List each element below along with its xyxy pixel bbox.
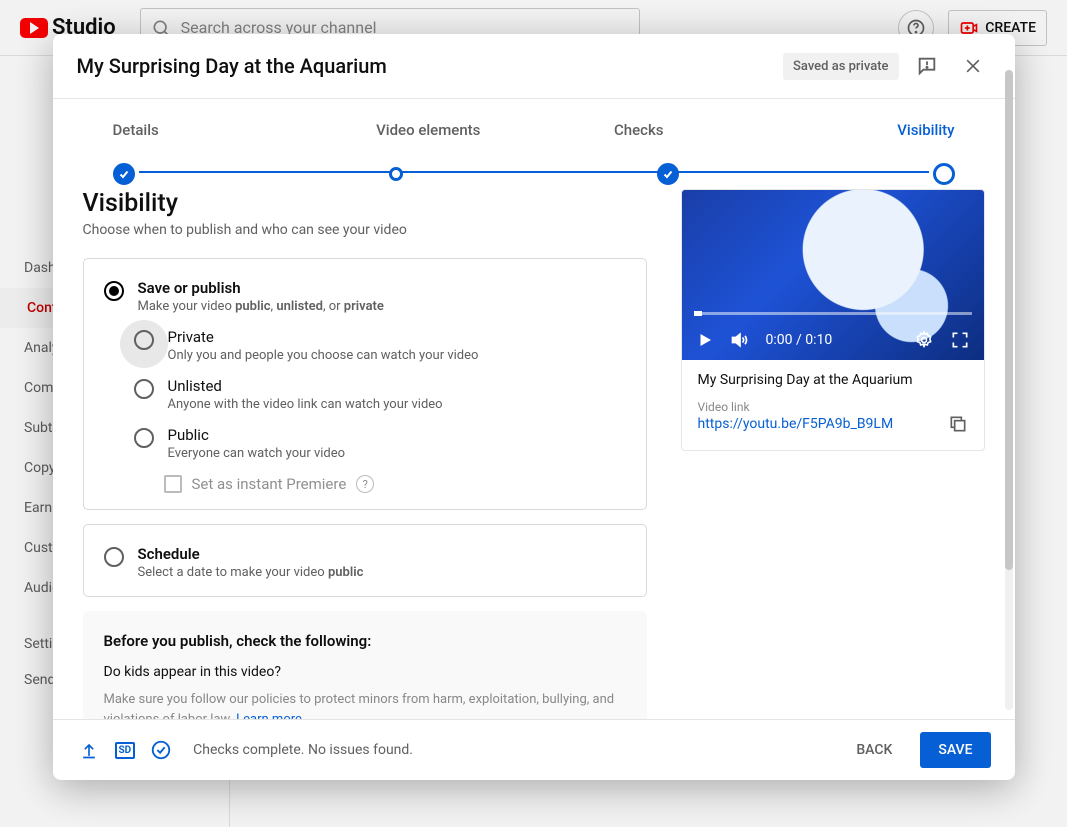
fullscreen-icon[interactable] [950, 330, 970, 350]
opt-title: Unlisted [168, 377, 626, 395]
schedule-card: Schedule Select a date to make your vide… [83, 524, 647, 597]
prepublish-text: Make sure you follow our policies to pro… [104, 690, 626, 719]
step-checks[interactable]: Checks [534, 121, 745, 139]
sd-badge: SD [115, 742, 136, 759]
step-visibility[interactable]: Visibility [744, 121, 955, 139]
save-publish-title: Save or publish [138, 279, 626, 297]
opt-title: Public [168, 426, 626, 444]
preview-title: My Surprising Day at the Aquarium [698, 372, 968, 388]
step-mark-video-elements[interactable] [389, 167, 403, 181]
save-button[interactable]: SAVE [920, 732, 990, 768]
prepublish-card: Before you publish, check the following:… [83, 611, 647, 719]
radio-icon [134, 379, 154, 399]
upload-icon[interactable] [77, 738, 101, 762]
radio-public[interactable]: Public Everyone can watch your video [134, 426, 626, 461]
video-frame[interactable]: 0:00 / 0:10 [682, 190, 984, 360]
radio-icon [104, 281, 124, 301]
section-heading: Visibility [83, 189, 647, 218]
step-mark-checks[interactable] [657, 163, 679, 185]
step-mark-visibility[interactable] [933, 163, 955, 185]
modal-scrim: My Surprising Day at the Aquarium Saved … [0, 0, 1067, 827]
opt-sub: Everyone can watch your video [168, 446, 626, 461]
opt-sub: Only you and people you choose can watch… [168, 348, 626, 363]
player-time: 0:00 / 0:10 [766, 332, 833, 348]
radio-icon [134, 330, 154, 350]
radio-save-or-publish[interactable]: Save or publish Make your video public, … [104, 279, 626, 314]
prepublish-heading: Before you publish, check the following: [104, 632, 626, 650]
step-mark-details[interactable] [113, 163, 135, 185]
video-preview: 0:00 / 0:10 My Surprising Day at the Aqu… [681, 189, 985, 451]
back-button[interactable]: BACK [842, 732, 906, 768]
link-label: Video link [698, 400, 968, 414]
close-button[interactable] [955, 48, 991, 84]
play-icon[interactable] [696, 331, 714, 349]
close-icon [963, 56, 983, 76]
upload-dialog: My Surprising Day at the Aquarium Saved … [53, 34, 1015, 780]
premiere-label: Set as instant Premiere [192, 475, 347, 493]
radio-icon [104, 547, 124, 567]
checkbox-icon [164, 475, 182, 493]
dialog-header: My Surprising Day at the Aquarium Saved … [53, 34, 1015, 99]
schedule-sub: Select a date to make your video public [138, 565, 626, 580]
dialog-scrollbar[interactable] [1005, 70, 1013, 710]
copy-icon[interactable] [948, 414, 968, 434]
feedback-icon [916, 55, 938, 77]
schedule-title: Schedule [138, 545, 626, 563]
radio-unlisted[interactable]: Unlisted Anyone with the video link can … [134, 377, 626, 412]
footer-status: Checks complete. No issues found. [193, 742, 413, 758]
save-publish-sub: Make your video public, unlisted, or pri… [138, 299, 626, 314]
dialog-footer: SD Checks complete. No issues found. BAC… [53, 719, 1015, 780]
dialog-title: My Surprising Day at the Aquarium [77, 54, 387, 78]
save-publish-card: Save or publish Make your video public, … [83, 258, 647, 510]
prepublish-question: Do kids appear in this video? [104, 664, 626, 680]
learn-more-link[interactable]: Learn more [236, 712, 302, 720]
help-icon[interactable]: ? [356, 475, 374, 493]
opt-sub: Anyone with the video link can watch you… [168, 397, 626, 412]
feedback-button[interactable] [909, 48, 945, 84]
step-video-elements[interactable]: Video elements [323, 121, 534, 139]
progress-bar[interactable] [694, 312, 972, 315]
stepper: Details Video elements Checks Visibility [53, 99, 1015, 149]
premiere-checkbox[interactable]: Set as instant Premiere ? [164, 475, 626, 493]
radio-private[interactable]: Private Only you and people you choose c… [134, 328, 626, 363]
volume-icon[interactable] [730, 330, 750, 350]
player-controls: 0:00 / 0:10 [682, 320, 984, 360]
video-link[interactable]: https://youtu.be/F5PA9b_B9LM [698, 416, 894, 432]
step-details[interactable]: Details [113, 121, 324, 139]
radio-icon [134, 428, 154, 448]
save-status-chip: Saved as private [783, 53, 898, 80]
section-sub: Choose when to publish and who can see y… [83, 222, 647, 238]
opt-title: Private [168, 328, 626, 346]
settings-icon[interactable] [914, 330, 934, 350]
radio-schedule[interactable]: Schedule Select a date to make your vide… [104, 545, 626, 580]
checks-done-icon [149, 738, 173, 762]
